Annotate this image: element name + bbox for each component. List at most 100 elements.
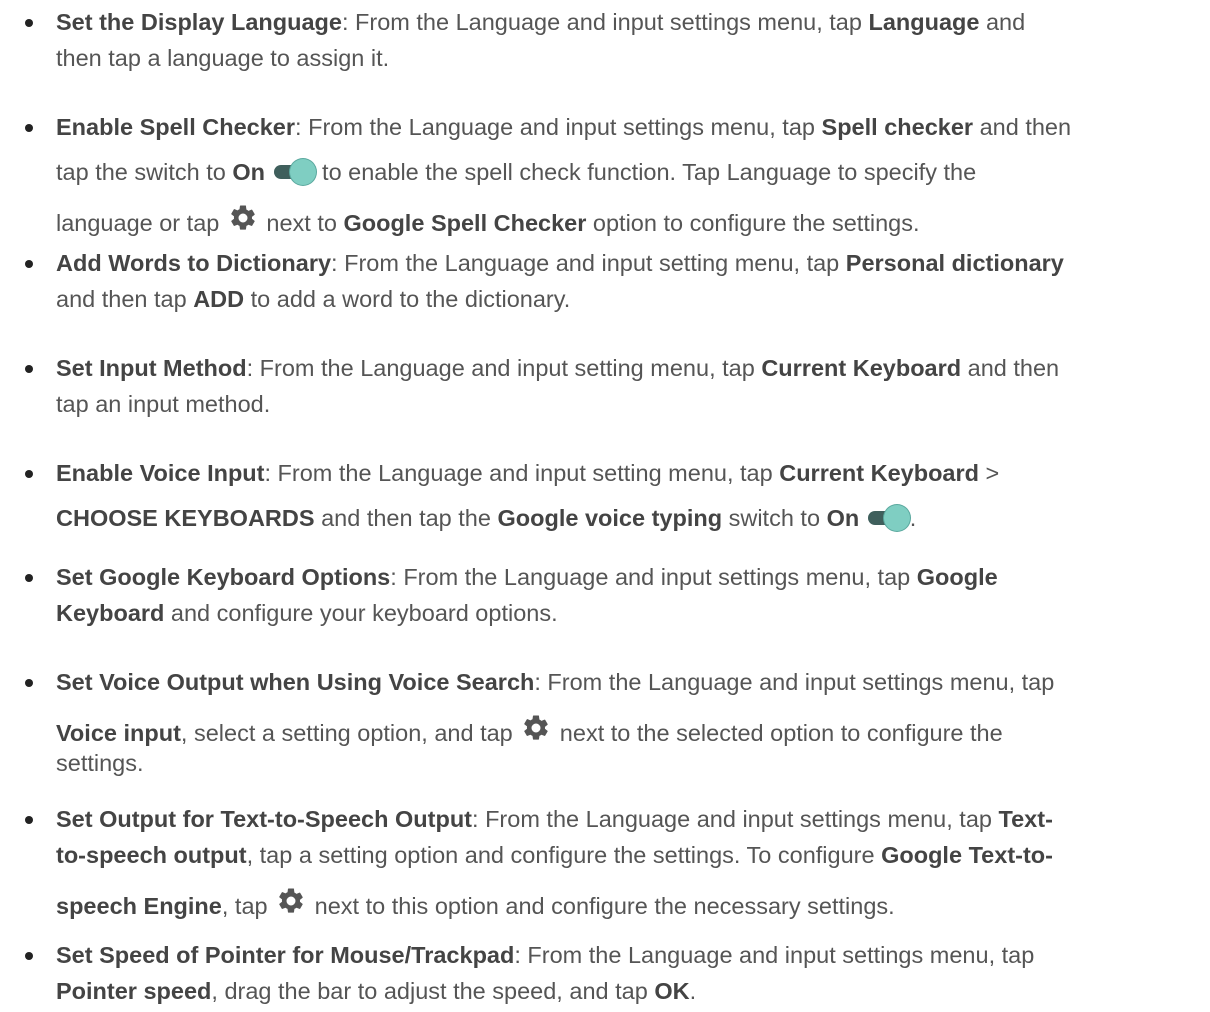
gear-icon	[228, 203, 258, 239]
bold-term: Google	[916, 564, 998, 590]
bullet-icon	[25, 19, 33, 27]
bold-term: Enable Voice Input	[56, 460, 265, 486]
text-span: next to	[259, 210, 344, 236]
bold-term: Pointer speed	[56, 978, 212, 1004]
text-span: and then	[961, 355, 1060, 381]
text-line: CHOOSE KEYBOARDS and then tap the Google…	[56, 504, 916, 532]
bullet-icon	[25, 679, 33, 687]
text-line: Add Words to Dictionary: From the Langua…	[56, 249, 1064, 277]
text-span: to add a word to the dictionary.	[244, 286, 571, 312]
text-line: Set Google Keyboard Options: From the La…	[56, 563, 998, 591]
bold-term: Personal dictionary	[845, 250, 1064, 276]
bold-term: On	[232, 159, 265, 185]
bold-term: On	[826, 505, 860, 531]
text-span: , tap	[221, 893, 275, 919]
bold-term: Keyboard	[56, 600, 165, 626]
text-line: and then tap ADD to add a word to the di…	[56, 285, 570, 313]
bold-term: Google voice typing	[497, 505, 723, 531]
bold-term: Enable Spell Checker	[56, 114, 296, 140]
bold-term: Set Google Keyboard Options	[56, 564, 391, 590]
text-line: Set Output for Text-to-Speech Output: Fr…	[56, 805, 1053, 833]
text-span: : From the Language and input setting me…	[264, 460, 780, 486]
text-span: , drag the bar to adjust the speed, and …	[211, 978, 655, 1004]
text-span: then tap a language to assign it.	[56, 45, 390, 71]
text-line: language or tap next to Google Spell Che…	[56, 203, 920, 239]
bold-term: Set Speed of Pointer for Mouse/Trackpad	[56, 942, 515, 968]
text-line: Voice input, select a setting option, an…	[56, 713, 1003, 749]
bullet-icon	[25, 470, 33, 478]
text-span: and then tap	[56, 286, 194, 312]
bullet-icon	[25, 952, 33, 960]
text-span: and	[979, 9, 1026, 35]
text-span: switch to	[722, 505, 827, 531]
toggle-switch-on-icon	[867, 505, 910, 531]
text-span: : From the Language and input settings m…	[534, 669, 1055, 695]
text-span: and then	[973, 114, 1072, 140]
text-span: .	[909, 505, 917, 531]
text-line: Keyboard and configure your keyboard opt…	[56, 599, 558, 627]
bold-term: Google Spell Checker	[343, 210, 587, 236]
text-line: Set the Display Language: From the Langu…	[56, 8, 1025, 36]
text-span: .	[689, 978, 697, 1004]
bullet-icon	[25, 574, 33, 582]
text-span	[859, 505, 866, 531]
bold-term: Set Input Method	[56, 355, 247, 381]
text-line: then tap a language to assign it.	[56, 44, 389, 72]
gear-icon	[521, 713, 551, 749]
text-line: Set Voice Output when Using Voice Search…	[56, 668, 1054, 696]
bold-term: speech Engine	[56, 893, 222, 919]
text-line: tap an input method.	[56, 390, 270, 418]
text-span: : From the Language and input settings m…	[295, 114, 822, 140]
text-span: >	[979, 460, 1000, 486]
text-span: and then tap the	[314, 505, 498, 531]
bold-term: to-speech output	[56, 842, 247, 868]
text-span: language or tap	[56, 210, 226, 236]
text-line: Set Speed of Pointer for Mouse/Trackpad:…	[56, 941, 1034, 969]
bold-term: Current Keyboard	[761, 355, 962, 381]
text-line: settings.	[56, 749, 144, 777]
bullet-icon	[25, 816, 33, 824]
text-span: : From the Language and input settings m…	[341, 9, 869, 35]
text-span: next to the selected option to configure…	[553, 720, 1003, 746]
bullet-icon	[25, 124, 33, 132]
text-line: Enable Voice Input: From the Language an…	[56, 459, 999, 487]
text-span: : From the Language and input settings m…	[514, 942, 1035, 968]
text-line: Enable Spell Checker: From the Language …	[56, 113, 1071, 141]
text-span: : From the Language and input settings m…	[472, 806, 999, 832]
bold-term: Google Text-to-	[881, 842, 1053, 868]
bold-term: ADD	[193, 286, 245, 312]
bold-term: CHOOSE KEYBOARDS	[56, 505, 315, 531]
text-span: : From the Language and input setting me…	[246, 355, 762, 381]
bold-term: Spell checker	[821, 114, 974, 140]
bold-term: Voice input	[56, 720, 181, 746]
text-span: to enable the spell check function. Tap …	[315, 159, 977, 185]
text-span: tap an input method.	[56, 391, 271, 417]
text-span: , tap a setting option and configure the…	[246, 842, 882, 868]
gear-icon	[276, 886, 306, 922]
text-line: tap the switch to On to enable the spell…	[56, 158, 976, 186]
text-line: to-speech output, tap a setting option a…	[56, 841, 1053, 869]
text-span: settings.	[56, 750, 144, 776]
bold-term: Language	[868, 9, 980, 35]
text-span: : From the Language and input setting me…	[331, 250, 846, 276]
text-line: Set Input Method: From the Language and …	[56, 354, 1059, 382]
text-span: : From the Language and input settings m…	[390, 564, 917, 590]
bold-term: Set Voice Output when Using Voice Search	[56, 669, 535, 695]
bold-term: Current Keyboard	[779, 460, 980, 486]
text-line: speech Engine, tap next to this option a…	[56, 886, 895, 922]
text-span: option to configure the settings.	[586, 210, 920, 236]
bold-term: Add Words to Dictionary	[56, 250, 332, 276]
text-span: and configure your keyboard options.	[164, 600, 558, 626]
bullet-icon	[25, 365, 33, 373]
bold-term: OK	[654, 978, 690, 1004]
bold-term: Set Output for Text-to-Speech Output	[56, 806, 473, 832]
bold-term: Set the Display Language	[56, 9, 342, 35]
toggle-switch-on-icon	[273, 159, 316, 185]
text-line: Pointer speed, drag the bar to adjust th…	[56, 977, 696, 1005]
text-span	[265, 159, 272, 185]
text-span: , select a setting option, and tap	[180, 720, 520, 746]
text-span: tap the switch to	[56, 159, 233, 185]
bold-term: Text-	[998, 806, 1053, 832]
text-span: next to this option and configure the ne…	[308, 893, 895, 919]
bullet-icon	[25, 260, 33, 268]
